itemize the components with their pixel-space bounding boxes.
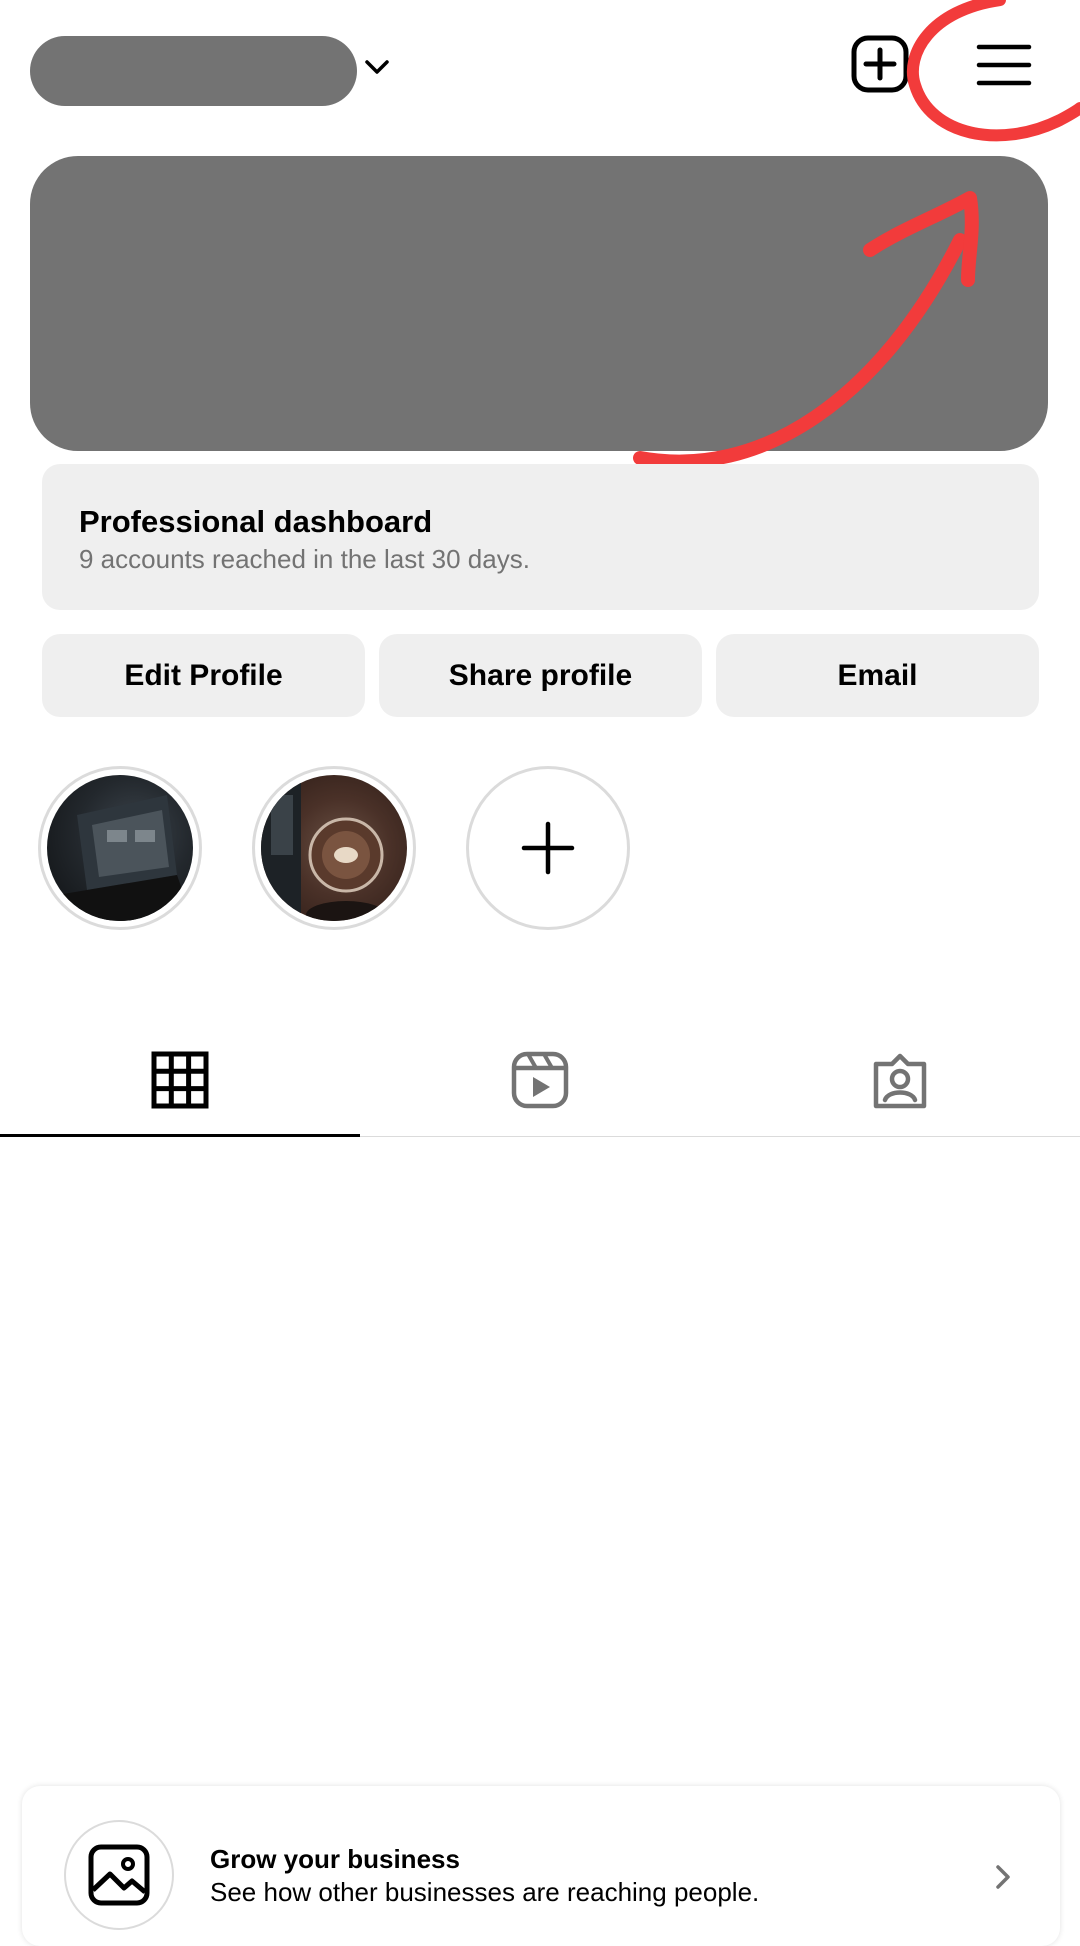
grid-icon[interactable] <box>150 1050 210 1110</box>
dashboard-title: Professional dashboard <box>79 504 433 539</box>
profile-info-redacted <box>30 156 1048 451</box>
email-button[interactable]: Email <box>716 634 1039 717</box>
promo-subtitle: See how other businesses are reaching pe… <box>210 1877 760 1907</box>
chevron-down-icon[interactable] <box>362 52 392 82</box>
new-highlight-button[interactable] <box>466 766 630 930</box>
promo-title: Grow your business <box>210 1844 460 1874</box>
username-redacted[interactable] <box>30 36 357 106</box>
tagged-icon[interactable] <box>870 1050 930 1110</box>
highlight-coffee[interactable] <box>252 766 416 930</box>
selected-tab-indicator <box>0 1134 360 1137</box>
image-icon-circle <box>64 1820 174 1930</box>
highlight-laptop[interactable] <box>38 766 202 930</box>
laptop-photo-thumbnail <box>47 775 193 921</box>
plus-icon <box>521 821 575 875</box>
edit-profile-button[interactable]: Edit Profile <box>42 634 365 717</box>
reels-icon[interactable] <box>510 1050 570 1110</box>
create-plus-icon[interactable] <box>850 34 910 94</box>
dashboard-subtitle: 9 accounts reached in the last 30 days. <box>79 544 530 574</box>
share-profile-button[interactable]: Share profile <box>379 634 702 717</box>
hamburger-menu-icon[interactable] <box>974 40 1034 90</box>
image-icon <box>88 1844 150 1906</box>
chevron-right-icon[interactable] <box>988 1862 1018 1892</box>
coffee-photo-thumbnail <box>261 775 407 921</box>
grow-business-card[interactable] <box>22 1786 1060 1946</box>
